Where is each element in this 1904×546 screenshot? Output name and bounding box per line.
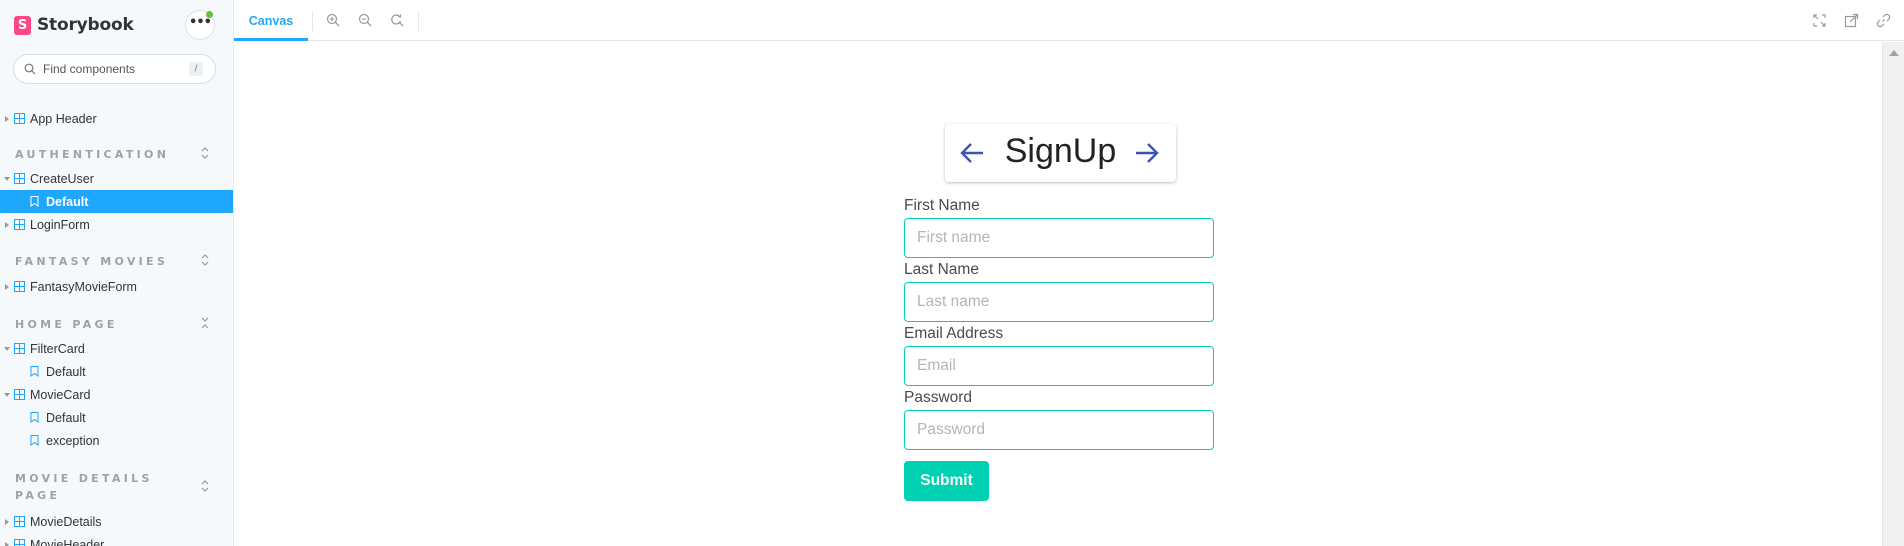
first-name-label: First Name bbox=[904, 197, 980, 214]
sidebar-item-label: App Header bbox=[30, 111, 97, 126]
group-title-home-page[interactable]: HOME PAGE bbox=[15, 316, 118, 333]
sidebar-item-moviecard[interactable]: MovieCard bbox=[0, 383, 233, 406]
last-name-label: Last Name bbox=[904, 261, 979, 278]
more-icon: ••• bbox=[189, 14, 212, 30]
component-icon bbox=[14, 113, 25, 124]
sidebar-story-createuser-default[interactable]: Default bbox=[0, 190, 233, 213]
group-title-fantasy-movies[interactable]: FANTASY MOVIES bbox=[15, 253, 168, 270]
bookmark-icon bbox=[30, 412, 39, 423]
zoom-in-icon[interactable] bbox=[326, 13, 341, 28]
email-label: Email Address bbox=[904, 325, 1004, 342]
story-canvas: SignUp First Name Last Name Email Addres… bbox=[234, 42, 1904, 546]
sidebar-item-createuser[interactable]: CreateUser bbox=[0, 167, 233, 190]
storybook-app: S Storybook ••• / App Header AUTHENTICAT… bbox=[0, 0, 1904, 546]
component-icon bbox=[14, 516, 25, 527]
brand-name: Storybook bbox=[37, 15, 134, 35]
sidebar-item-label: CreateUser bbox=[30, 171, 94, 186]
open-new-tab-icon[interactable] bbox=[1844, 13, 1859, 28]
group-title-movie-details-page[interactable]: MOVIE DETAILS PAGE bbox=[15, 470, 175, 504]
search-shortcut-key: / bbox=[189, 62, 203, 76]
sidebar-item-label: FilterCard bbox=[30, 341, 85, 356]
expand-collapse-icon[interactable] bbox=[200, 147, 210, 159]
tab-canvas[interactable]: Canvas bbox=[234, 0, 308, 41]
expand-collapse-icon[interactable] bbox=[200, 254, 210, 266]
scroll-up-icon[interactable] bbox=[1889, 50, 1899, 56]
sidebar-item-moviedetails[interactable]: MovieDetails bbox=[0, 510, 233, 533]
sidebar-item-movieheader[interactable]: MovieHeader bbox=[0, 533, 233, 546]
email-field[interactable] bbox=[904, 346, 1214, 386]
group-title-authentication[interactable]: AUTHENTICATION bbox=[15, 146, 169, 163]
notification-dot bbox=[206, 11, 213, 18]
storybook-logo-icon: S bbox=[14, 15, 31, 35]
expand-collapse-icon[interactable] bbox=[200, 480, 210, 492]
sidebar-item-fantasymovieform[interactable]: FantasyMovieForm bbox=[0, 275, 233, 298]
bookmark-icon bbox=[30, 366, 39, 377]
last-name-field[interactable] bbox=[904, 282, 1214, 322]
bookmark-icon bbox=[30, 196, 39, 207]
collapse-icon[interactable] bbox=[200, 317, 210, 329]
caret-right-icon bbox=[5, 518, 9, 525]
caret-down-icon bbox=[4, 346, 10, 351]
first-name-field[interactable] bbox=[904, 218, 1214, 258]
sidebar-item-label: MovieDetails bbox=[30, 514, 102, 529]
sidebar-menu-button[interactable]: ••• bbox=[186, 11, 214, 39]
sidebar: S Storybook ••• / App Header AUTHENTICAT… bbox=[0, 0, 234, 546]
caret-right-icon bbox=[5, 283, 9, 290]
bookmark-icon bbox=[30, 435, 39, 446]
password-label: Password bbox=[904, 389, 973, 406]
component-icon bbox=[14, 281, 25, 292]
caret-right-icon bbox=[5, 115, 9, 122]
sidebar-item-label: FantasyMovieForm bbox=[30, 279, 137, 294]
caret-right-icon bbox=[5, 541, 9, 546]
toolbar-divider bbox=[418, 11, 419, 31]
sidebar-item-app-header[interactable]: App Header bbox=[0, 107, 233, 130]
component-icon bbox=[14, 173, 25, 184]
arrow-forward-icon[interactable] bbox=[1134, 142, 1160, 164]
signup-header-card: SignUp bbox=[945, 124, 1176, 182]
copy-link-icon[interactable] bbox=[1876, 13, 1891, 28]
sidebar-story-moviecard-default[interactable]: Default bbox=[0, 406, 233, 429]
sidebar-item-label: Default bbox=[46, 364, 86, 379]
sidebar-item-loginform[interactable]: LoginForm bbox=[0, 213, 233, 236]
sidebar-story-filtercard-default[interactable]: Default bbox=[0, 360, 233, 383]
fullscreen-icon[interactable] bbox=[1812, 13, 1827, 28]
component-icon bbox=[14, 539, 25, 546]
component-icon bbox=[14, 219, 25, 230]
component-icon bbox=[14, 343, 25, 354]
zoom-out-icon[interactable] bbox=[358, 13, 373, 28]
search-input[interactable] bbox=[43, 62, 183, 76]
sidebar-item-label: exception bbox=[46, 433, 100, 448]
submit-button[interactable]: Submit bbox=[904, 461, 989, 501]
sidebar-item-label: MovieCard bbox=[30, 387, 91, 402]
caret-right-icon bbox=[5, 221, 9, 228]
search-icon bbox=[24, 63, 36, 75]
toolbar-divider bbox=[312, 11, 313, 31]
sidebar-item-label: LoginForm bbox=[30, 217, 90, 232]
vertical-scrollbar[interactable] bbox=[1882, 42, 1904, 546]
sidebar-story-moviecard-exception[interactable]: exception bbox=[0, 429, 233, 452]
preview-panel: Canvas SignUp First Name First name Last… bbox=[234, 0, 1904, 546]
caret-down-icon bbox=[4, 176, 10, 181]
sidebar-item-filtercard[interactable]: FilterCard bbox=[0, 337, 233, 360]
sidebar-item-label: MovieHeader bbox=[30, 537, 105, 546]
caret-down-icon bbox=[4, 392, 10, 397]
active-tab-indicator bbox=[234, 38, 308, 41]
search-box: / bbox=[14, 55, 215, 83]
component-icon bbox=[14, 389, 25, 400]
sidebar-item-label: Default bbox=[46, 410, 86, 425]
password-field[interactable] bbox=[904, 410, 1214, 450]
toolbar: Canvas bbox=[234, 0, 1904, 41]
sidebar-item-label: Default bbox=[46, 194, 89, 209]
zoom-reset-icon[interactable] bbox=[390, 13, 405, 28]
